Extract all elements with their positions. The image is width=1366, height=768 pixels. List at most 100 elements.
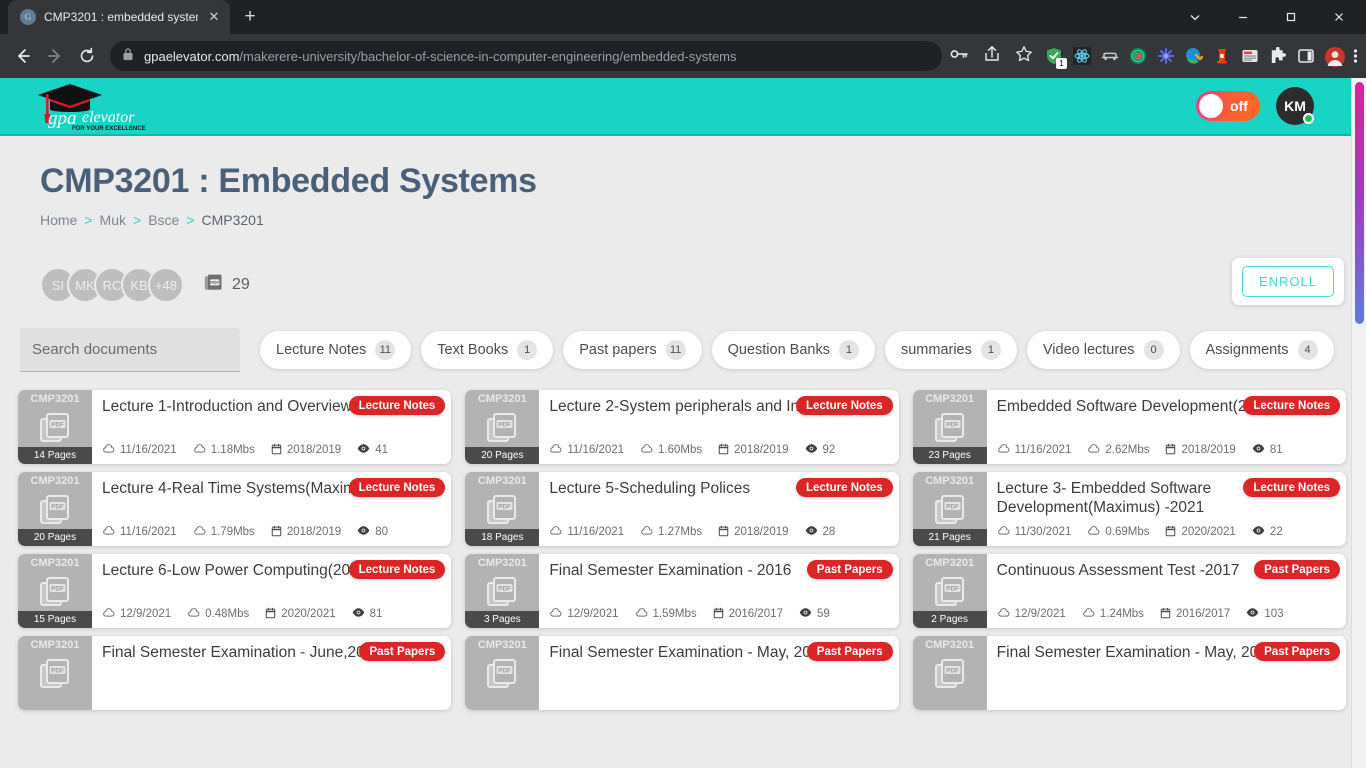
forward-icon[interactable] bbox=[40, 41, 70, 71]
calendar-icon bbox=[718, 525, 729, 540]
filter-bar: Lecture Notes 11 Text Books 1 Past paper… bbox=[0, 328, 1366, 372]
asterisk-extension-icon[interactable] bbox=[1157, 47, 1175, 65]
document-card[interactable]: CMP3201 PDF 20 Pages Lecture 2-System perip… bbox=[465, 390, 899, 464]
password-key-icon[interactable] bbox=[950, 46, 969, 67]
pdf-file-icon: PDF bbox=[484, 573, 520, 614]
address-bar[interactable]: gpaelevator.com/makerere-university/bach… bbox=[110, 41, 942, 71]
file-size: 1.79Mbs bbox=[193, 524, 255, 540]
academic-year: 2018/2019 bbox=[271, 443, 341, 458]
svg-text:elevator: elevator bbox=[82, 109, 135, 126]
document-category-badge: Lecture Notes bbox=[795, 478, 893, 497]
scrollbar-thumb[interactable] bbox=[1355, 82, 1364, 324]
reader-extension-icon[interactable] bbox=[1241, 47, 1259, 65]
profile-avatar-icon[interactable] bbox=[1325, 47, 1345, 67]
document-card[interactable]: CMP3201 PDF Final Semester Examination - J… bbox=[18, 636, 452, 710]
filter-chip-question-banks[interactable]: Question Banks 1 bbox=[711, 331, 875, 369]
upload-date: 11/16/2021 bbox=[549, 524, 624, 540]
chip-count: 11 bbox=[375, 340, 396, 360]
document-card[interactable]: CMP3201 PDF 20 Pages Lecture 4-Real Time Sy… bbox=[18, 472, 452, 546]
enroll-button[interactable]: ENROLL bbox=[1241, 266, 1334, 297]
svg-text:PDF: PDF bbox=[51, 503, 64, 510]
hydrant-extension-icon[interactable] bbox=[1213, 47, 1231, 65]
enrolled-avatars: SI MK RC KB +48 bbox=[40, 267, 184, 303]
filter-chip-lecture-notes[interactable]: Lecture Notes 11 bbox=[260, 331, 412, 369]
breadcrumb-item-bsce[interactable]: Bsce bbox=[148, 212, 179, 228]
new-tab-button[interactable]: + bbox=[236, 3, 264, 31]
document-metadata: 12/9/2021 0.48Mbs 2020/2021 81 bbox=[102, 606, 441, 622]
document-metadata: 12/9/2021 1.59Mbs 2016/2017 59 bbox=[549, 606, 888, 622]
page-scrollbar[interactable] bbox=[1351, 78, 1366, 768]
sidepanel-icon[interactable] bbox=[1297, 47, 1315, 65]
course-code-label: CMP3201 bbox=[477, 639, 527, 651]
course-code-label: CMP3201 bbox=[30, 393, 80, 405]
back-icon[interactable] bbox=[8, 41, 38, 71]
document-metadata: 11/16/2021 2.62Mbs 2018/2019 81 bbox=[997, 442, 1336, 458]
document-category-badge: Past Papers bbox=[806, 560, 893, 579]
chip-count: 1 bbox=[980, 340, 1001, 360]
kebab-menu-icon[interactable] bbox=[1353, 47, 1358, 65]
filter-chip-assignments[interactable]: Assignments 4 bbox=[1189, 331, 1334, 369]
window-close-button[interactable] bbox=[1316, 1, 1362, 33]
pdf-file-icon: PDF bbox=[37, 573, 73, 614]
vpn-extension-icon[interactable] bbox=[1101, 47, 1119, 65]
user-avatar[interactable]: KM bbox=[1276, 87, 1314, 125]
breadcrumb-item-home[interactable]: Home bbox=[40, 212, 77, 228]
filter-chip-video-lectures[interactable]: Video lectures 0 bbox=[1026, 331, 1180, 369]
file-size: 0.69Mbs bbox=[1087, 524, 1149, 540]
share-icon[interactable] bbox=[983, 45, 1001, 68]
maximize-button[interactable] bbox=[1268, 1, 1314, 33]
filter-chip-summaries[interactable]: summaries 1 bbox=[884, 331, 1017, 369]
gpa-elevator-logo[interactable]: gpa elevator FOR YOUR EXCELLENCE bbox=[30, 80, 154, 132]
document-card[interactable]: CMP3201 PDF 21 Pages Lecture 3- Embedded So… bbox=[912, 472, 1346, 546]
minimize-button[interactable] bbox=[1220, 1, 1266, 33]
close-icon[interactable]: ✕ bbox=[206, 9, 222, 25]
svg-text:PDF: PDF bbox=[946, 503, 959, 510]
react-devtools-icon[interactable] bbox=[1073, 47, 1091, 65]
calendar-icon bbox=[718, 443, 729, 458]
avatar-overflow-count[interactable]: +48 bbox=[148, 267, 184, 303]
chip-label: Lecture Notes bbox=[276, 342, 367, 358]
document-card[interactable]: CMP3201 PDF 18 Pages Lecture 5-Scheduling P… bbox=[465, 472, 899, 546]
url-text: gpaelevator.com/makerere-university/bach… bbox=[144, 49, 930, 64]
shield-check-extension-icon[interactable]: 1 bbox=[1045, 47, 1067, 69]
reload-icon[interactable] bbox=[72, 41, 102, 71]
chip-count: 4 bbox=[1297, 340, 1318, 360]
document-card[interactable]: CMP3201 PDF 3 Pages Final Semester Examinat… bbox=[465, 554, 899, 628]
breadcrumb-item-muk[interactable]: Muk bbox=[100, 212, 126, 228]
browser-tab[interactable]: G CMP3201 : embedded systems - ✕ bbox=[8, 0, 230, 34]
pdf-count-value: 29 bbox=[232, 276, 250, 293]
dark-mode-toggle[interactable]: off bbox=[1196, 91, 1260, 121]
document-card-body: Embedded Software Development(2018) 11/16… bbox=[987, 390, 1346, 464]
puzzle-extensions-icon[interactable] bbox=[1269, 46, 1287, 65]
document-metadata: 11/16/2021 1.79Mbs 2018/2019 80 bbox=[102, 524, 441, 540]
calendar-icon bbox=[271, 443, 282, 458]
target-extension-icon[interactable] bbox=[1129, 47, 1147, 65]
document-card[interactable]: CMP3201 PDF 15 Pages Lecture 6-Low Power Co… bbox=[18, 554, 452, 628]
document-card[interactable]: CMP3201 PDF Final Semester Examination - M… bbox=[912, 636, 1346, 710]
search-input[interactable] bbox=[20, 328, 240, 372]
file-size: 1.18Mbs bbox=[193, 442, 255, 458]
document-card-body: Final Semester Examination - 2016 12/9/20… bbox=[539, 554, 898, 628]
document-card[interactable]: CMP3201 PDF 14 Pages Lecture 1-Introduction… bbox=[18, 390, 452, 464]
chip-label: Video lectures bbox=[1042, 342, 1135, 358]
chevron-down-icon[interactable] bbox=[1172, 1, 1218, 33]
filter-chip-text-books[interactable]: Text Books 1 bbox=[421, 331, 554, 369]
bookmark-star-icon[interactable] bbox=[1015, 45, 1033, 68]
upload-date: 11/16/2021 bbox=[997, 442, 1071, 458]
document-card[interactable]: CMP3201 PDF Final Semester Examination - M… bbox=[465, 636, 899, 710]
document-card-body: Lecture 2-System peripherals and Interru… bbox=[539, 390, 898, 464]
filter-chip-past-papers[interactable]: Past papers 11 bbox=[563, 331, 702, 369]
document-card[interactable]: CMP3201 PDF 2 Pages Continuous Assessment T… bbox=[912, 554, 1346, 628]
document-category-badge: Lecture Notes bbox=[795, 396, 893, 415]
cloud-upload-icon bbox=[102, 442, 115, 458]
cloud-upload-icon bbox=[997, 524, 1010, 540]
view-count: 28 bbox=[805, 525, 835, 539]
file-size: 1.60Mbs bbox=[640, 442, 702, 458]
url-domain: gpaelevator.com bbox=[144, 48, 240, 64]
upload-date: 12/9/2021 bbox=[102, 606, 171, 622]
document-card[interactable]: CMP3201 PDF 23 Pages Embedded Software Deve… bbox=[912, 390, 1346, 464]
cloud-upload-icon bbox=[997, 442, 1010, 458]
page-count-label: 20 Pages bbox=[465, 447, 540, 464]
course-code-label: CMP3201 bbox=[30, 557, 80, 569]
idm-extension-icon[interactable] bbox=[1185, 47, 1204, 65]
